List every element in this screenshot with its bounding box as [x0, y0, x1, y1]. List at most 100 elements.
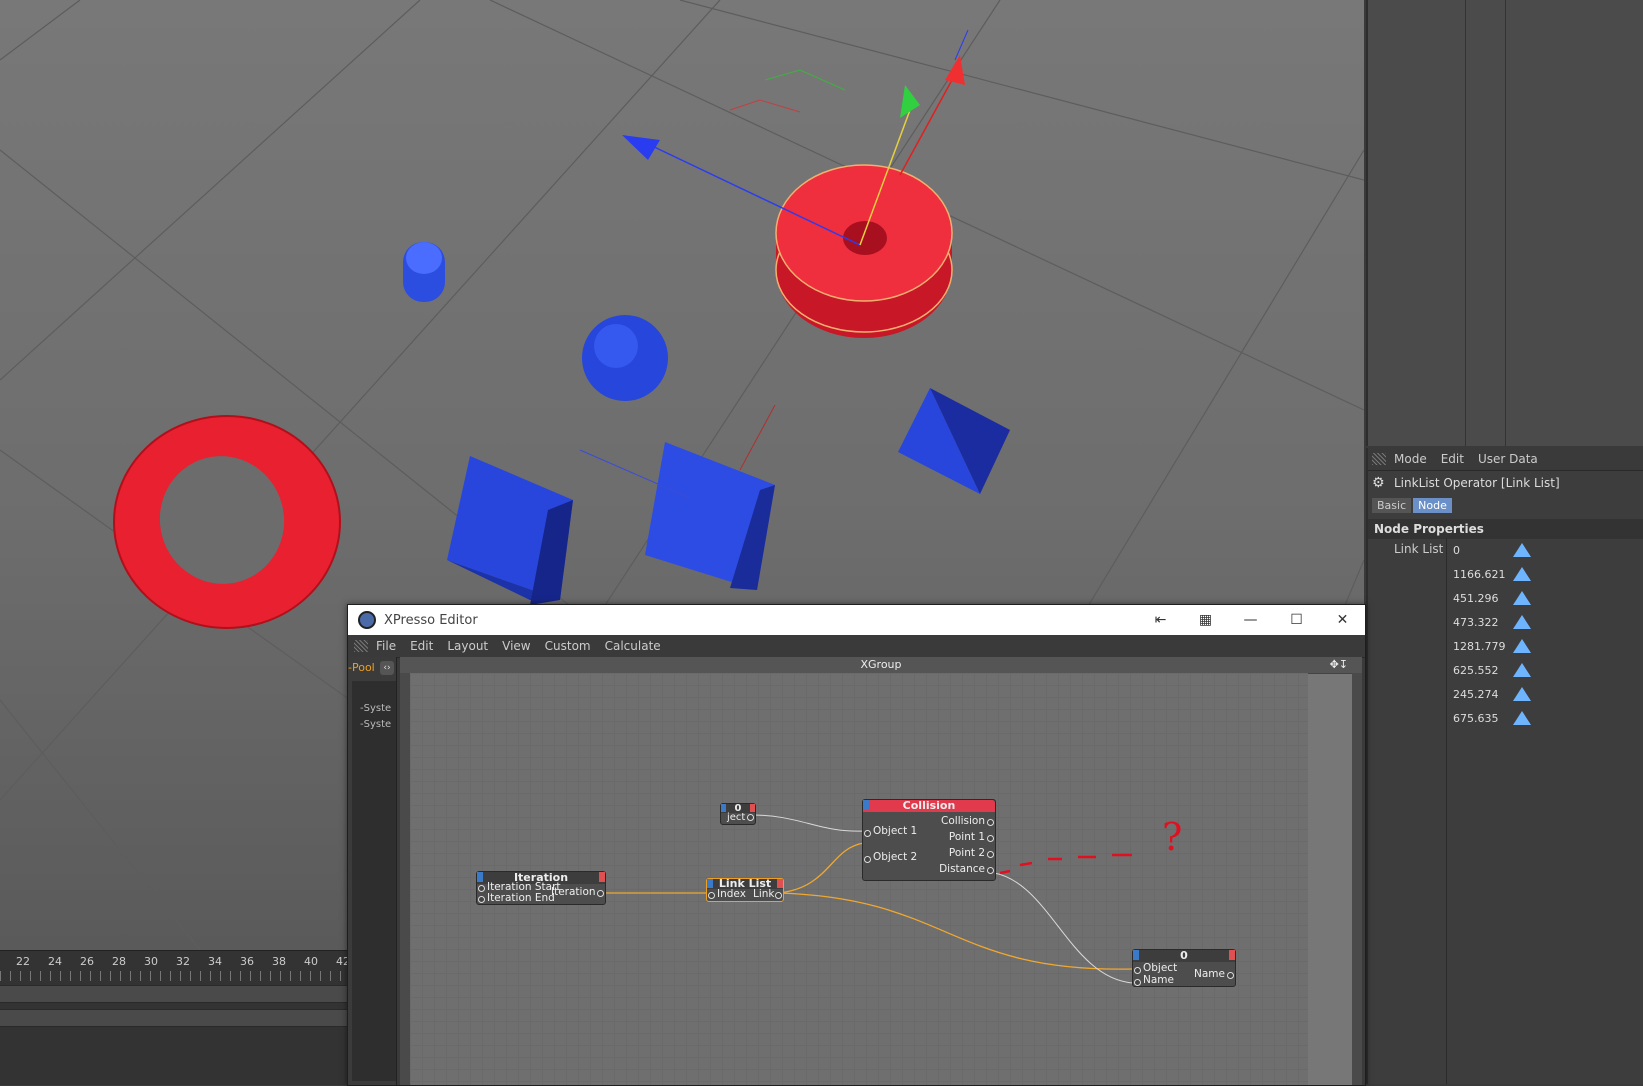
blue-capsule[interactable] [403, 242, 445, 302]
port-dot[interactable] [987, 867, 994, 874]
port-iteration-end: Iteration End [487, 892, 555, 904]
menu-custom[interactable]: Custom [545, 639, 591, 653]
port-dot[interactable] [1134, 979, 1141, 986]
list-item[interactable]: 1281.779 [1453, 634, 1643, 658]
node-cap [777, 879, 783, 888]
blue-cube-left[interactable] [447, 456, 573, 605]
expand-arrows-icon[interactable]: ‹› [380, 661, 394, 675]
node-canvas[interactable]: ? Iteration Iteration Start Iteration En… [410, 673, 1308, 1085]
graph-left-bar [400, 673, 410, 1085]
menu-file[interactable]: File [376, 639, 396, 653]
layout-icon[interactable]: ▦ [1183, 605, 1228, 635]
xpresso-editor-window[interactable]: XPresso Editor ⇤ ▦ — ☐ ✕ File Edit Layou… [347, 604, 1366, 1086]
tab-node[interactable]: Node [1413, 497, 1452, 513]
minimize-icon[interactable]: — [1228, 605, 1273, 635]
object-node-small[interactable]: 0 ject [720, 803, 756, 825]
port-dot[interactable] [478, 885, 485, 892]
list-item[interactable]: 245.274 [1453, 682, 1643, 706]
timeline-scrollbar[interactable] [0, 985, 348, 1003]
tree-item[interactable]: -Syste [360, 719, 391, 730]
xpresso-menubar: File Edit Layout View Custom Calculate [348, 635, 1365, 658]
object-icon [1513, 711, 1531, 725]
close-icon[interactable]: ✕ [1320, 605, 1365, 635]
frame-tick: 30 [144, 955, 158, 968]
menu-edit[interactable]: Edit [410, 639, 433, 653]
grip-icon[interactable] [354, 640, 368, 652]
list-item[interactable]: 675.635 [1453, 706, 1643, 730]
column-divider [1505, 0, 1506, 446]
iteration-node[interactable]: Iteration Iteration Start Iteration End … [476, 871, 606, 905]
section-node-properties: Node Properties [1368, 519, 1643, 539]
maximize-icon[interactable]: ☐ [1274, 605, 1319, 635]
grip-icon[interactable] [1372, 453, 1386, 465]
move-graph-icon[interactable]: ✥↧ [1330, 657, 1348, 673]
port-distance: Distance [939, 863, 985, 875]
port-dot[interactable] [747, 814, 754, 821]
timeline-range-bar[interactable] [0, 1009, 348, 1027]
object-icon [1513, 567, 1531, 581]
node-cap [750, 804, 755, 812]
port-dot[interactable] [1227, 972, 1234, 979]
frame-tick: 36 [240, 955, 254, 968]
timeline-ruler[interactable] [0, 971, 348, 981]
list-item[interactable]: 0 [1453, 538, 1643, 562]
link-value: 473.322 [1453, 615, 1499, 629]
window-titlebar[interactable]: XPresso Editor ⇤ ▦ — ☐ ✕ [348, 605, 1365, 635]
frame-tick: 32 [176, 955, 190, 968]
red-torus[interactable] [113, 415, 341, 629]
port-dot[interactable] [775, 892, 782, 899]
blue-pyramid[interactable] [898, 388, 1010, 494]
port-dot[interactable] [864, 856, 871, 863]
port-dot[interactable] [864, 830, 871, 837]
blue-cube-right[interactable] [645, 442, 775, 590]
port-dot[interactable] [987, 819, 994, 826]
link-list-label: Link List [1394, 542, 1444, 556]
frame-tick: 28 [112, 955, 126, 968]
tab-xpool[interactable]: -Pool [348, 661, 378, 675]
object-output-node[interactable]: 0 Object Name Name [1132, 949, 1236, 987]
port-name: Name [1143, 974, 1174, 986]
port-dot[interactable] [708, 892, 715, 899]
node-title: Collision [863, 800, 995, 812]
port-dot[interactable] [597, 890, 604, 897]
object-icon [1513, 615, 1531, 629]
list-item[interactable]: 1166.621 [1453, 562, 1643, 586]
operator-title: LinkList Operator [Link List] [1394, 476, 1560, 490]
timeline[interactable]: 22 24 26 28 30 32 34 36 38 40 42 [0, 950, 350, 1085]
frame-tick: 38 [272, 955, 286, 968]
port-dot[interactable] [987, 851, 994, 858]
blue-sphere[interactable] [582, 315, 668, 401]
port-dot[interactable] [1134, 967, 1141, 974]
xpool-tree: -Syste -Syste [352, 681, 396, 1081]
link-list-node[interactable]: Link List Index Link [706, 878, 784, 902]
menu-layout[interactable]: Layout [447, 639, 488, 653]
tree-item[interactable]: -Syste [360, 703, 391, 714]
port-dot[interactable] [987, 835, 994, 842]
xgroup-graph[interactable]: XGroup ✥↧ ? Iteration Iteration Start It… [400, 657, 1362, 1085]
attribute-manager: Mode Edit User Data ⚙ LinkList Operator … [1366, 448, 1643, 1084]
window-title: XPresso Editor [384, 612, 478, 628]
menu-user-data[interactable]: User Data [1478, 452, 1538, 466]
object-icon [1513, 639, 1531, 653]
port-index: Index [717, 888, 746, 900]
pin-icon[interactable]: ⇤ [1138, 605, 1183, 635]
list-item[interactable]: 625.552 [1453, 658, 1643, 682]
list-item[interactable]: 473.322 [1453, 610, 1643, 634]
operator-title-row: ⚙ LinkList Operator [Link List] [1368, 471, 1643, 495]
graph-right-bar [1352, 673, 1362, 1085]
port-point-1: Point 1 [948, 831, 985, 843]
tab-basic[interactable]: Basic [1372, 497, 1412, 513]
list-item[interactable]: 451.296 [1453, 586, 1643, 610]
menu-view[interactable]: View [502, 639, 530, 653]
link-list-field[interactable]: 0 1166.621 451.296 473.322 1281.779 625.… [1446, 538, 1643, 1084]
menu-calculate[interactable]: Calculate [605, 639, 661, 653]
collision-node[interactable]: Collision Object 1 Object 2 Collision Po… [862, 799, 996, 881]
port-dot[interactable] [478, 896, 485, 903]
red-tube-selected[interactable] [775, 164, 953, 338]
menu-mode[interactable]: Mode [1394, 452, 1427, 466]
gear-icon: ⚙ [1372, 475, 1385, 491]
link-value: 451.296 [1453, 591, 1499, 605]
object-icon [1513, 687, 1531, 701]
menu-edit[interactable]: Edit [1441, 452, 1464, 466]
port-name-out: Name [1194, 968, 1225, 980]
